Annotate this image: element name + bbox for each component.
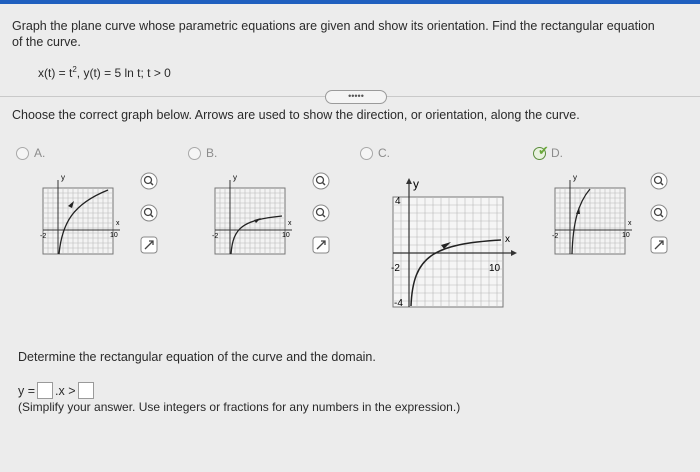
option-d-label: D. bbox=[551, 146, 563, 160]
question-line-2: of the curve. bbox=[12, 35, 81, 49]
expand-icon[interactable] bbox=[140, 236, 158, 254]
graph-b: y x -2 10 bbox=[212, 173, 292, 255]
graph-c-x-label: x bbox=[505, 234, 510, 245]
zoom-in-icon[interactable] bbox=[312, 172, 330, 190]
expand-icon[interactable] bbox=[312, 236, 330, 254]
eq-rest: , y(t) = 5 ln t; t > 0 bbox=[76, 66, 171, 80]
graph-d-ten: 10 bbox=[622, 232, 630, 239]
option-c-label: C. bbox=[378, 146, 390, 160]
x-label: x > bbox=[58, 383, 76, 398]
zoom-out-icon[interactable] bbox=[312, 204, 330, 222]
option-a[interactable]: A. bbox=[16, 146, 45, 160]
graph-b-neg2: -2 bbox=[212, 233, 218, 240]
graph-d-neg2: -2 bbox=[552, 233, 558, 240]
graph-c-four: 4 bbox=[395, 196, 401, 207]
option-d[interactable]: ✔ D. bbox=[533, 142, 563, 160]
y-answer-input[interactable] bbox=[37, 382, 54, 399]
choose-instruction: Choose the correct graph below. Arrows a… bbox=[12, 108, 580, 122]
answer-row: y = . x > bbox=[18, 382, 96, 399]
zoom-out-icon[interactable] bbox=[650, 204, 668, 222]
graph-c-negfour: -4 bbox=[394, 298, 403, 309]
question-text: Graph the plane curve whose parametric e… bbox=[12, 18, 688, 50]
graph-b-y-label: y bbox=[233, 173, 237, 182]
option-a-radio[interactable] bbox=[16, 146, 29, 160]
graph-b-x-label: x bbox=[288, 220, 292, 227]
zoom-out-icon[interactable] bbox=[140, 204, 158, 222]
page: Graph the plane curve whose parametric e… bbox=[0, 0, 700, 472]
option-b-radio[interactable] bbox=[188, 146, 201, 160]
y-label: y = bbox=[18, 383, 36, 398]
zoom-in-icon[interactable] bbox=[140, 172, 158, 190]
option-b-label: B. bbox=[206, 146, 218, 160]
eq-x: x(t) = t bbox=[38, 66, 73, 80]
parametric-equation: x(t) = t2, y(t) = 5 ln t; t > 0 bbox=[38, 65, 171, 80]
expand-icon[interactable] bbox=[650, 236, 668, 254]
graph-a: y x -2 10 bbox=[40, 173, 120, 255]
graph-c: y x 4 -2 10 -4 bbox=[391, 177, 517, 309]
option-b[interactable]: B. bbox=[188, 146, 217, 160]
expand-pill-button[interactable]: ••••• bbox=[325, 90, 387, 104]
question-line-1: Graph the plane curve whose parametric e… bbox=[12, 19, 655, 33]
graph-a-neg2: -2 bbox=[40, 233, 46, 240]
domain-answer-input[interactable] bbox=[77, 382, 94, 399]
zoom-in-icon[interactable] bbox=[650, 172, 668, 190]
graph-a-ten: 10 bbox=[110, 232, 118, 239]
graph-c-neg2: -2 bbox=[391, 263, 400, 274]
graph-a-y-label: y bbox=[61, 173, 65, 182]
graph-a-x-label: x bbox=[116, 220, 120, 227]
simplify-hint: (Simplify your answer. Use integers or f… bbox=[18, 400, 461, 414]
graph-c-ten: 10 bbox=[489, 263, 501, 274]
checkmark-icon: ✔ bbox=[538, 142, 549, 158]
top-accent-bar bbox=[0, 0, 700, 4]
option-d-radio[interactable]: ✔ bbox=[533, 142, 549, 160]
option-c-radio[interactable] bbox=[360, 146, 373, 160]
option-c[interactable]: C. bbox=[360, 146, 390, 160]
graph-c-y-label: y bbox=[413, 177, 419, 191]
graph-d-y-label: y bbox=[573, 173, 577, 182]
graph-d-x-label: x bbox=[628, 220, 632, 227]
option-a-label: A. bbox=[34, 146, 46, 160]
graph-b-ten: 10 bbox=[282, 232, 290, 239]
graph-d: y x -2 10 bbox=[552, 173, 632, 255]
determine-prompt: Determine the rectangular equation of th… bbox=[18, 350, 376, 364]
